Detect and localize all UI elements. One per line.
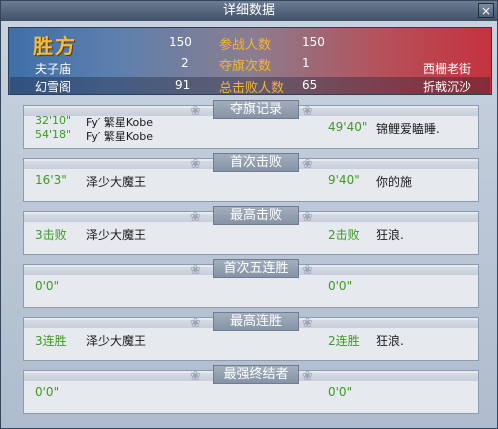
panel-title: 首次五连胜: [213, 259, 299, 278]
max-streak-right-value: 2连胜: [328, 334, 360, 348]
panel-terminator: ❀ 最强终结者 ❀ 0'0" 0'0": [23, 365, 479, 414]
panel-title: 最强终结者: [213, 365, 299, 384]
ornament-right-icon: ❀: [302, 157, 313, 172]
ornament-left-icon: ❀: [190, 210, 201, 225]
terminator-right-value: 0'0": [328, 385, 353, 399]
flag-right-name: 锦鲤爱瞌睡.: [376, 122, 440, 136]
max-streak-left-value: 3连胜: [35, 334, 67, 348]
winner-label: 胜方: [33, 34, 77, 58]
close-icon: ×: [480, 4, 492, 18]
ornament-right-icon: ❀: [302, 104, 313, 119]
total-kills-right: 65: [302, 78, 318, 92]
ornament-right-icon: ❀: [302, 263, 313, 278]
panel-max-kill: ❀ 最高击败 ❀ 3击败 泽少大魔王 2击败 狂浪.: [23, 206, 479, 255]
max-streak-left-name: 泽少大魔王: [86, 334, 147, 348]
panel-title: 首次击败: [213, 153, 299, 172]
scoreboard: 胜方 夫子庙 幻雪阁 西栅老街 折戟沉沙 150 参战人数 150 2 夺旗次数…: [8, 27, 492, 96]
first-five-right-value: 0'0": [328, 279, 353, 293]
terminator-left-value: 0'0": [35, 385, 60, 399]
panel-max-streak: ❀ 最高连胜 ❀ 3连胜 泽少大魔王 2连胜 狂浪.: [23, 312, 479, 361]
first-kill-right-value: 9'40": [328, 173, 360, 187]
panel-title: 最高击败: [213, 206, 299, 225]
flags-right: 1: [302, 56, 310, 70]
max-kill-left-name: 泽少大魔王: [86, 228, 147, 242]
ornament-right-icon: ❀: [302, 316, 313, 331]
ornament-left-icon: ❀: [190, 157, 201, 172]
panel-first-kill: ❀ 首次击败 ❀ 16'3" 泽少大魔王 9'40" 你的施: [23, 153, 479, 202]
ornament-left-icon: ❀: [190, 104, 201, 119]
max-kill-right-name: 狂浪.: [376, 228, 404, 242]
right-team-name-2: 折戟沉沙: [422, 80, 471, 94]
first-five-left-value: 0'0": [35, 279, 60, 293]
ornament-right-icon: ❀: [302, 369, 313, 384]
window-title: 详细数据: [222, 3, 275, 18]
panel-title: 夺旗记录: [213, 100, 299, 119]
flag-left-time-2: 54'18": [35, 128, 72, 141]
max-kill-right-value: 2击败: [328, 228, 360, 242]
participants-left: 150: [169, 35, 192, 49]
max-kill-left-value: 3击败: [35, 228, 67, 242]
panel-first-five-streak: ❀ 首次五连胜 ❀ 0'0" 0'0": [23, 259, 479, 308]
flag-left-time-1: 32'10": [35, 114, 72, 127]
ornament-left-icon: ❀: [190, 316, 201, 331]
left-team-name-1: 夫子庙: [35, 62, 72, 76]
participants-right: 150: [302, 35, 325, 49]
first-kill-left-value: 16'3": [35, 173, 67, 187]
flags-left: 2: [181, 56, 189, 70]
left-team-name-2: 幻雪阁: [35, 80, 72, 94]
flags-label: 夺旗次数: [219, 59, 272, 74]
flag-left-name-2: Fy′ 繁星Kobe: [86, 130, 153, 143]
right-team-name-1: 西栅老街: [422, 62, 471, 76]
ornament-left-icon: ❀: [190, 369, 201, 384]
window-titlebar[interactable]: 详细数据 ×: [1, 1, 497, 21]
panel-flag-record: ❀ 夺旗记录 ❀ 32'10" Fy′ 繁星Kobe 54'18" Fy′ 繁星…: [23, 100, 479, 149]
panel-title: 最高连胜: [213, 312, 299, 331]
flag-right-time: 49'40": [328, 120, 368, 134]
close-button[interactable]: ×: [478, 3, 494, 18]
details-window: 详细数据 × 胜方 夫子庙 幻雪阁 西栅老街 折戟沉沙 150 参战人数 150…: [0, 0, 498, 429]
ornament-left-icon: ❀: [190, 263, 201, 278]
first-kill-right-name: 你的施: [376, 175, 413, 189]
total-kills-label: 总击败人数: [219, 81, 285, 96]
total-kills-left: 91: [175, 78, 191, 92]
max-streak-right-name: 狂浪.: [376, 334, 404, 348]
first-kill-left-name: 泽少大魔王: [86, 175, 147, 189]
ornament-right-icon: ❀: [302, 210, 313, 225]
participants-label: 参战人数: [219, 38, 272, 53]
